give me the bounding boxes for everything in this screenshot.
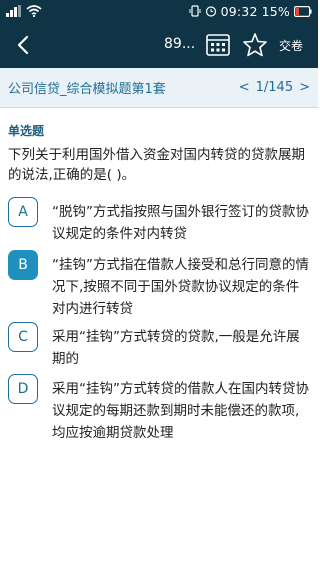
alarm-icon (205, 6, 216, 17)
page-navigation: < 1/145 > (239, 80, 310, 95)
answer-sheet-icon (206, 34, 230, 56)
progress-counter: 89... (164, 36, 196, 52)
answer-sheet-button[interactable] (205, 32, 231, 58)
battery-icon (294, 5, 312, 17)
option-a[interactable]: A “脱钩”方式指按照与国外银行签订的贷款协议规定的条件对内转贷 (8, 197, 312, 245)
back-button[interactable] (8, 30, 38, 60)
submit-button[interactable]: 交卷 (279, 37, 303, 54)
option-c-text[interactable]: 采用“挂钩”方式转贷的贷款,一般是允许展期的 (52, 326, 310, 370)
question-type: 单选题 (8, 124, 45, 138)
status-right: 09:32 15% (189, 4, 312, 19)
signal-icon (6, 5, 21, 17)
wifi-icon (26, 5, 42, 17)
favorite-button[interactable] (242, 32, 268, 58)
option-a-letter[interactable]: A (8, 197, 38, 227)
option-c[interactable]: C 采用“挂钩”方式转贷的贷款,一般是允许展期的 (8, 322, 312, 370)
vibrate-icon (189, 5, 201, 17)
battery-percent: 15% (261, 3, 290, 19)
option-d-text[interactable]: 采用“挂钩”方式转贷的借款人在国内转贷协议规定的每期还款到期时未能偿还的款项,均… (52, 378, 310, 444)
option-b-text[interactable]: “挂钩”方式指在借款人接受和总行同意的情况下,按照不同于国外贷款协议规定的条件对… (52, 254, 310, 320)
back-icon (17, 35, 29, 55)
question-text: 下列关于利用国外借入资金对国内转贷的贷款展期的说法,正确的是( )。 (8, 147, 305, 183)
status-time: 09:32 (220, 3, 258, 19)
option-b-letter[interactable]: B (8, 250, 38, 280)
star-icon (243, 33, 267, 57)
option-b[interactable]: B “挂钩”方式指在借款人接受和总行同意的情况下,按照不同于国外贷款协议规定的条… (8, 250, 312, 320)
option-c-letter[interactable]: C (8, 322, 38, 352)
option-d[interactable]: D 采用“挂钩”方式转贷的借款人在国内转贷协议规定的每期还款到期时未能偿还的款项… (8, 374, 312, 444)
prev-question-button[interactable]: < (239, 80, 250, 95)
paper-title-bar: 公司信贷_综合模拟题第1套 < 1/145 > (0, 68, 318, 108)
status-left (6, 5, 42, 17)
app-bar: 89... 交卷 (0, 22, 318, 68)
next-question-button[interactable]: > (299, 80, 310, 95)
status-bar: 09:32 15% (0, 0, 318, 22)
paper-title: 公司信贷_综合模拟题第1套 (8, 82, 166, 97)
option-a-text[interactable]: “脱钩”方式指按照与国外银行签订的贷款协议规定的条件对内转贷 (52, 201, 310, 245)
page-indicator: 1/145 (255, 80, 294, 95)
option-d-letter[interactable]: D (8, 374, 38, 404)
